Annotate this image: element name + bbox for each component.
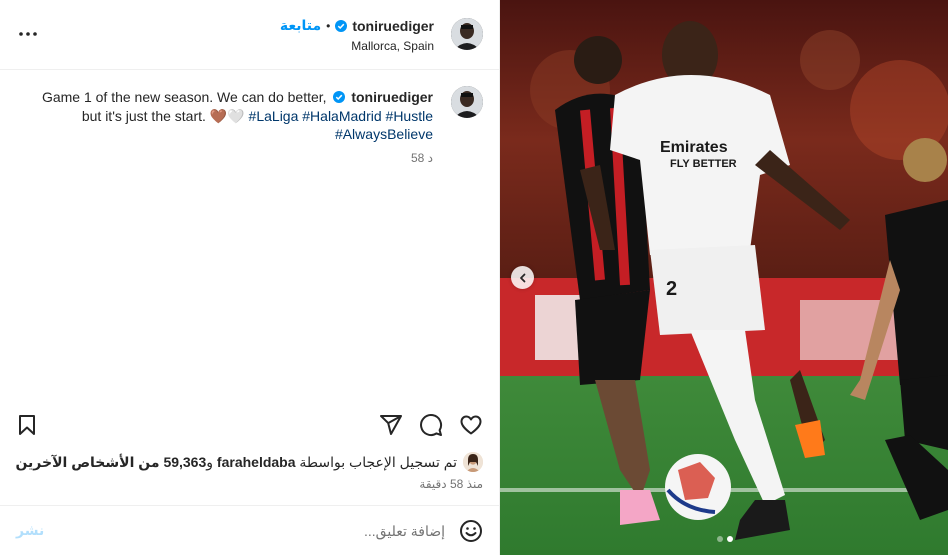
liker-avatar[interactable] <box>463 452 483 472</box>
post-header: متابعة • toniruediger Mallorca, Spain <box>0 0 500 70</box>
carousel-dot <box>717 536 723 542</box>
likes-summary: تم تسجيل الإعجاب بواسطة faraheldaba و59,… <box>15 452 483 472</box>
avatar-image <box>463 452 483 472</box>
carousel-indicator <box>717 536 733 542</box>
post-media[interactable]: Emirates FLY BETTER 2 <box>500 0 948 555</box>
verified-badge-icon <box>333 91 346 103</box>
caption-timestamp[interactable]: 58 د <box>411 151 433 165</box>
comment-bar: نشر <box>0 505 500 555</box>
comment-input[interactable] <box>60 520 445 542</box>
location-link[interactable]: Mallorca, Spain <box>351 39 434 53</box>
svg-text:2: 2 <box>666 278 677 300</box>
bookmark-icon <box>19 415 35 435</box>
action-bar <box>0 405 500 445</box>
more-icon <box>19 32 37 36</box>
hashtag-link[interactable]: #HalaMadrid <box>302 108 381 124</box>
comment-button[interactable] <box>419 413 443 437</box>
post-photo: Emirates FLY BETTER 2 <box>500 0 948 555</box>
likes-count[interactable]: 59,363 <box>163 454 206 470</box>
share-icon <box>380 415 402 435</box>
svg-text:FLY BETTER: FLY BETTER <box>670 158 737 170</box>
caption-text: Game 1 of the new season. We can do bett… <box>41 89 327 105</box>
caption-line-3: #AlwaysBelieve <box>33 125 433 144</box>
verified-badge-icon <box>335 19 348 32</box>
like-button[interactable] <box>459 413 483 437</box>
likes-conjunction: و <box>206 453 214 470</box>
hashtag-link[interactable]: #Hustle <box>386 108 433 124</box>
more-options-button[interactable] <box>18 24 38 44</box>
save-button[interactable] <box>15 413 39 437</box>
likes-suffix[interactable]: من الأشخاص الآخرين <box>15 454 159 470</box>
emoji-icon <box>460 520 482 542</box>
carousel-prev-button[interactable] <box>511 266 534 289</box>
hashtag-link[interactable]: #AlwaysBelieve <box>335 126 433 142</box>
post-comment-button[interactable]: نشر <box>16 522 44 539</box>
caption-line-1: Game 1 of the new season. We can do bett… <box>33 88 433 107</box>
caption-text-2: but it's just the start. 🤎🤍 <box>81 107 245 124</box>
caption: Game 1 of the new season. We can do bett… <box>33 88 433 144</box>
avatar[interactable] <box>451 18 483 50</box>
carousel-dot-active <box>727 536 733 542</box>
liker-username[interactable]: faraheldaba <box>217 454 296 470</box>
follow-button[interactable]: متابعة <box>280 17 321 34</box>
caption-line-2: but it's just the start. 🤎🤍 #LaLiga #Hal… <box>33 107 433 126</box>
caption-username[interactable]: toniruediger <box>351 89 433 105</box>
separator: • <box>326 18 331 33</box>
avatar-image <box>451 86 483 118</box>
header-user-line: متابعة • toniruediger <box>280 17 434 34</box>
football <box>665 454 731 520</box>
header-username[interactable]: toniruediger <box>352 18 434 34</box>
comment-icon <box>420 414 443 436</box>
post-details-panel: متابعة • toniruediger Mallorca, Spain Ga… <box>0 0 500 555</box>
likes-text: تم تسجيل الإعجاب بواسطة faraheldaba و59,… <box>15 454 457 471</box>
heart-icon <box>460 415 482 435</box>
share-button[interactable] <box>379 413 403 437</box>
likes-prefix: تم تسجيل الإعجاب بواسطة <box>299 453 457 470</box>
emoji-button[interactable] <box>459 519 483 543</box>
post-timestamp[interactable]: منذ 58 دقيقة <box>419 477 483 491</box>
hashtag-link[interactable]: #LaLiga <box>249 108 299 124</box>
svg-text:Emirates: Emirates <box>660 139 728 156</box>
avatar-image <box>451 18 483 50</box>
chevron-left-icon <box>519 273 525 282</box>
caption-avatar[interactable] <box>451 86 483 118</box>
